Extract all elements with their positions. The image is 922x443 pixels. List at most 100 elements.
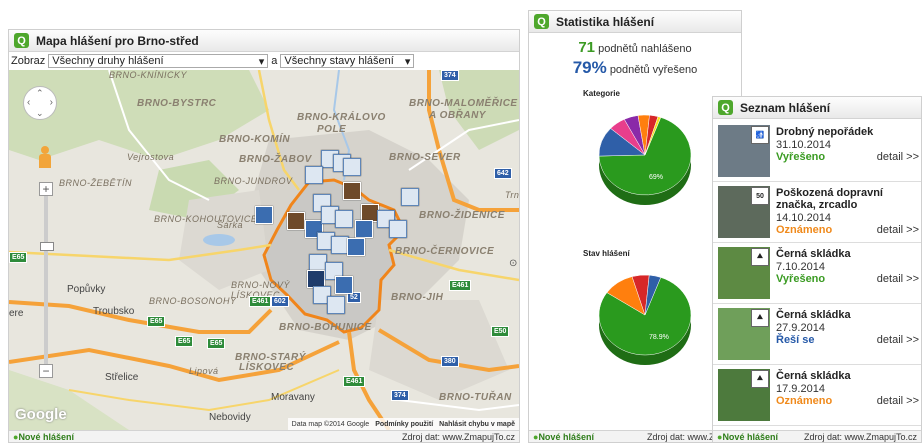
report-marker[interactable] bbox=[355, 220, 373, 238]
list-item[interactable]: 🚮 Drobný nepořádek 31.10.2014 Vyřešeno detai… bbox=[713, 121, 921, 182]
data-source: Zdroj dat: www.ZmapujTo.cz bbox=[803, 431, 917, 442]
chevron-left-icon[interactable]: ‹ bbox=[27, 97, 30, 108]
stats-panel: Q Statistika hlášení 71 podnětů nahlášen… bbox=[528, 10, 742, 443]
report-photo[interactable]: 🚮 bbox=[718, 125, 770, 177]
zoom-slider-handle[interactable] bbox=[40, 242, 54, 251]
report-state-select-value: Všechny stavy hlášení bbox=[284, 55, 394, 67]
report-date: 27.9.2014 bbox=[776, 322, 825, 334]
report-title[interactable]: Černá skládka bbox=[776, 248, 918, 260]
street-view-pegman-icon[interactable] bbox=[39, 146, 51, 170]
road-shield: E65 bbox=[207, 338, 226, 349]
report-state-select[interactable]: Všechny stavy hlášení ▾ bbox=[280, 54, 415, 68]
report-photo[interactable]: 50 bbox=[718, 186, 770, 238]
map-label: BRNO-BOHUNICE bbox=[279, 322, 372, 333]
report-date: 17.9.2014 bbox=[776, 383, 825, 395]
zmapujto-logo-icon: Q bbox=[14, 33, 29, 48]
stats-panel-footer: Nové hlášení Zdroj dat: www.Zmapu bbox=[529, 430, 741, 442]
detail-link[interactable]: detail >> bbox=[877, 334, 919, 346]
list-panel-header: Q Seznam hlášení bbox=[713, 97, 921, 119]
list-item[interactable]: ⛰ Černá skládka 27.9.2014 Řeší se detail >> bbox=[713, 304, 921, 365]
road-shield: 374 bbox=[391, 390, 409, 401]
map-label: BRNO-ČERNOVICE bbox=[395, 246, 495, 257]
road-shield: E461 bbox=[449, 280, 472, 291]
report-photo[interactable]: ⛰ bbox=[718, 247, 770, 299]
map-pin-icon: ⊙ bbox=[509, 258, 518, 269]
detail-link[interactable]: detail >> bbox=[877, 273, 919, 285]
zmapujto-logo-icon: Q bbox=[534, 14, 549, 29]
new-report-link[interactable]: Nové hlášení bbox=[717, 432, 778, 442]
google-logo: Google bbox=[15, 406, 67, 423]
category-icon: ⛰ bbox=[751, 248, 769, 266]
map-label: POLE bbox=[317, 124, 347, 135]
report-title[interactable]: Poškozená dopravní značka, zrcadlo bbox=[776, 187, 918, 211]
report-type-select-value: Všechny druhy hlášení bbox=[52, 55, 164, 67]
chevron-up-icon[interactable]: ⌃ bbox=[36, 88, 44, 99]
terms-link[interactable]: Podmínky použití bbox=[375, 421, 433, 428]
map-panel-footer: Nové hlášení Zdroj dat: www.ZmapujTo.cz bbox=[9, 430, 519, 442]
map-label: BRNO-ŽABOV bbox=[239, 154, 312, 165]
road-shield: 602 bbox=[271, 296, 289, 307]
road-shield: 374 bbox=[441, 70, 459, 81]
report-title[interactable]: Černá skládka bbox=[776, 370, 918, 382]
map-label: BRNO-NOVÝ bbox=[231, 280, 291, 290]
filter-label: Zobraz bbox=[11, 55, 46, 67]
zmapujto-logo-icon: Q bbox=[718, 100, 733, 115]
report-marker[interactable] bbox=[401, 188, 419, 206]
report-status: Vyřešeno bbox=[776, 273, 826, 285]
chevron-down-icon[interactable]: ⌄ bbox=[36, 108, 44, 119]
report-marker[interactable] bbox=[347, 238, 365, 256]
data-source: Zdroj dat: www.ZmapujTo.cz bbox=[401, 431, 515, 442]
pan-control[interactable]: ⌃ ‹ › ⌄ bbox=[23, 86, 57, 120]
map-label: A OBŘANY bbox=[429, 110, 486, 121]
map-label: BRNO-JUNDROV bbox=[214, 176, 293, 186]
report-marker[interactable] bbox=[305, 166, 323, 184]
detail-link[interactable]: detail >> bbox=[877, 224, 919, 236]
report-type-select[interactable]: Všechny druhy hlášení ▾ bbox=[48, 54, 269, 68]
category-icon: 50 bbox=[751, 187, 769, 205]
town-label: Střelice bbox=[105, 372, 139, 383]
report-marker[interactable] bbox=[335, 210, 353, 228]
map-label: LÍSKOVEC bbox=[239, 362, 295, 373]
category-icon: ⛰ bbox=[751, 370, 769, 388]
stats-panel-header: Q Statistika hlášení bbox=[529, 11, 741, 33]
detail-link[interactable]: detail >> bbox=[877, 151, 919, 163]
report-photo[interactable]: ⛰ bbox=[718, 369, 770, 421]
map-panel-header: Q Mapa hlášení pro Brno-střed bbox=[9, 30, 519, 52]
category-icon: 🚮 bbox=[751, 126, 769, 144]
report-marker[interactable] bbox=[287, 212, 305, 230]
report-marker[interactable] bbox=[389, 220, 407, 238]
pie-data-label: 69% bbox=[649, 174, 663, 181]
detail-link[interactable]: detail >> bbox=[877, 395, 919, 407]
report-title[interactable]: Drobný nepořádek bbox=[776, 126, 918, 138]
list-panel-footer: Nové hlášení Zdroj dat: www.ZmapujTo.cz bbox=[713, 430, 921, 442]
report-title[interactable]: Černá skládka bbox=[776, 309, 918, 321]
zoom-out-button[interactable]: − bbox=[39, 364, 53, 378]
reported-count-line: 71 podnětů nahlášeno bbox=[529, 39, 741, 56]
new-report-link[interactable]: Nové hlášení bbox=[13, 432, 74, 442]
list-item[interactable]: 50 Poškozená dopravní značka, zrcadlo 14.1… bbox=[713, 182, 921, 243]
report-marker[interactable] bbox=[327, 296, 345, 314]
town-label: ere bbox=[9, 308, 24, 319]
report-photo[interactable]: ⛰ bbox=[718, 308, 770, 360]
zoom-slider-track[interactable] bbox=[44, 196, 48, 364]
report-marker[interactable] bbox=[343, 182, 361, 200]
chevron-right-icon[interactable]: › bbox=[50, 97, 53, 108]
map-canvas[interactable]: BRNO-KNÍNICKY BRNO-BYSTRC BRNO-KRÁLOVO P… bbox=[9, 70, 519, 430]
report-marker[interactable] bbox=[255, 206, 273, 224]
map-panel-title: Mapa hlášení pro Brno-střed bbox=[36, 33, 199, 48]
new-report-link[interactable]: Nové hlášení bbox=[533, 432, 594, 442]
map-label: Vejrostova bbox=[127, 152, 175, 162]
report-date: 7.10.2014 bbox=[776, 261, 825, 273]
filter-row: Zobraz Všechny druhy hlášení ▾ a Všechny… bbox=[9, 52, 519, 71]
map-attribution-bar: Data map ©2014 Google Podmínky použití N… bbox=[287, 418, 519, 430]
town-label: Moravany bbox=[271, 392, 315, 403]
report-marker[interactable] bbox=[343, 158, 361, 176]
zoom-in-button[interactable]: + bbox=[39, 182, 53, 196]
map-label: BRNO-KNÍNICKY bbox=[109, 70, 188, 80]
report-marker[interactable] bbox=[335, 276, 353, 294]
map-label: BRNO-TUŘAN bbox=[439, 392, 512, 403]
list-item[interactable]: ⛰ Černá skládka 17.9.2014 Oznámeno detail >> bbox=[713, 365, 921, 426]
report-map-error-link[interactable]: Nahlásit chybu v mapě bbox=[439, 421, 515, 428]
list-item[interactable]: ⛰ Černá skládka 7.10.2014 Vyřešeno detail >> bbox=[713, 243, 921, 304]
categories-pie-chart: 69% bbox=[598, 114, 692, 205]
